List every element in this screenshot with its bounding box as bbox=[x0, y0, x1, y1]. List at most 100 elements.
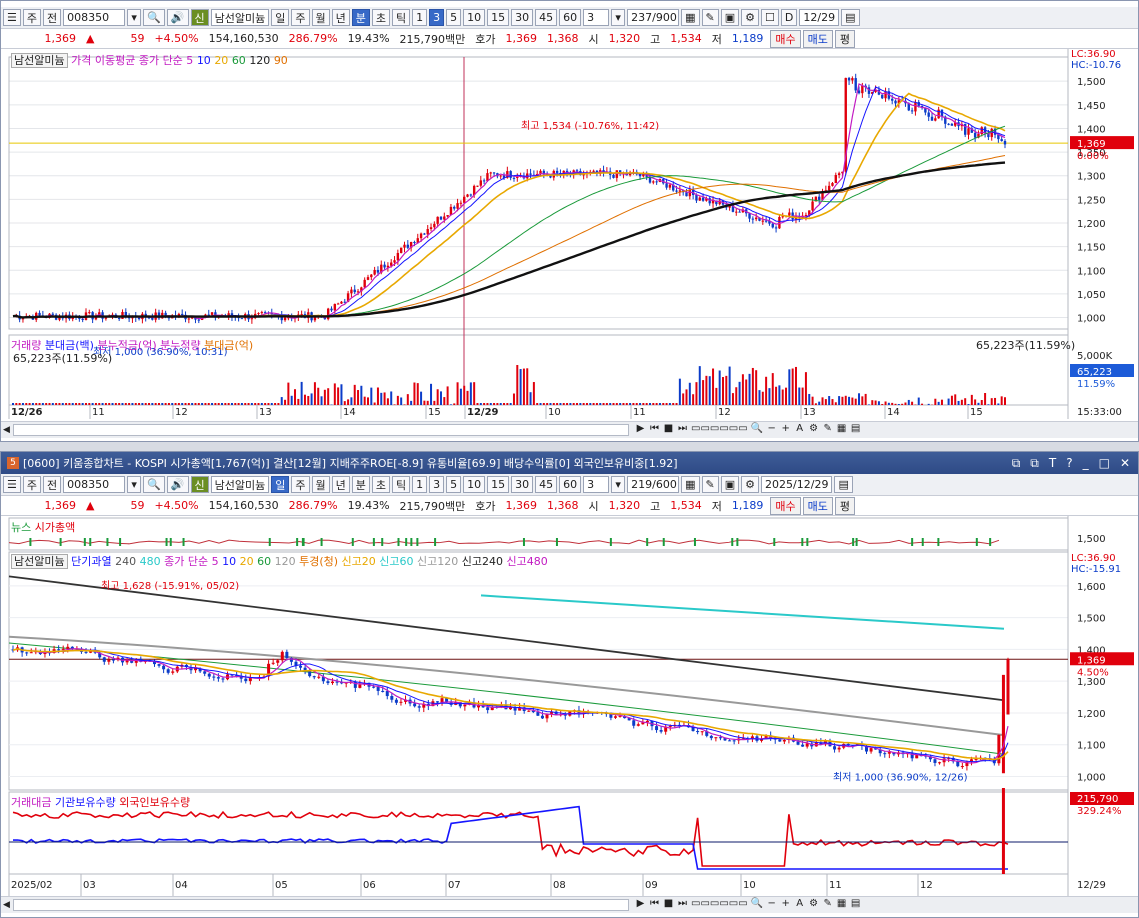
date-checkbox[interactable]: ☐ bbox=[761, 9, 779, 26]
interval-30[interactable]: 30 bbox=[511, 476, 534, 493]
plus-icon[interactable]: + bbox=[780, 898, 791, 909]
scroll-left-icon[interactable]: ◀ bbox=[3, 425, 10, 435]
interval-45[interactable]: 45 bbox=[535, 9, 558, 26]
period-week[interactable]: 주 bbox=[291, 476, 310, 493]
minus-icon[interactable]: − bbox=[766, 898, 777, 909]
sell-button[interactable]: 매도 bbox=[802, 496, 833, 515]
interval-5[interactable]: 5 bbox=[446, 476, 462, 493]
speaker-icon[interactable]: 🔊 bbox=[166, 476, 189, 493]
period-week[interactable]: 주 bbox=[291, 9, 310, 26]
count-field[interactable]: 237/900 bbox=[627, 9, 680, 26]
period-tick[interactable]: 틱 bbox=[392, 476, 411, 493]
chart-type-select[interactable]: 주 bbox=[22, 9, 41, 26]
draw-icon[interactable]: ✎ bbox=[701, 476, 719, 493]
pen-icon[interactable]: ✎ bbox=[822, 898, 833, 909]
interval-input[interactable]: 3 bbox=[583, 476, 610, 493]
plus-icon[interactable]: + bbox=[780, 423, 791, 434]
prev-button[interactable]: 전 bbox=[43, 476, 62, 493]
date-field[interactable]: 12/29 bbox=[799, 9, 840, 26]
calendar-icon[interactable]: ▤ bbox=[834, 476, 853, 493]
period-day[interactable]: 일 bbox=[271, 9, 290, 26]
stock-code-input[interactable]: 008350 bbox=[63, 476, 126, 493]
pen-icon[interactable]: ✎ bbox=[822, 423, 833, 434]
buy-button[interactable]: 매수 bbox=[770, 29, 801, 48]
first-icon[interactable]: ⏮ bbox=[649, 898, 660, 909]
top-scrollbar[interactable]: ◀ ▶ ⏮ ■ ⏭ ▭▭▭▭▭▭ 🔍 − + A ⚙ ✎ ▦ ▤ bbox=[1, 421, 1138, 438]
period-tick[interactable]: 틱 bbox=[392, 9, 411, 26]
buy-button[interactable]: 매수 bbox=[770, 496, 801, 515]
interval-60[interactable]: 60 bbox=[559, 9, 582, 26]
indicator-icon[interactable]: ▦ bbox=[681, 9, 700, 26]
period-minute[interactable]: 분 bbox=[351, 476, 370, 493]
period-day[interactable]: 일 bbox=[271, 476, 290, 493]
stop-icon[interactable]: ■ bbox=[663, 423, 674, 434]
bottom-scrollbar[interactable]: ◀ ▶ ⏮ ■ ⏭ ▭▭▭▭▭▭ 🔍 − + A ⚙ ✎ ▦ ▤ bbox=[1, 896, 1138, 913]
prev-button[interactable]: 전 bbox=[43, 9, 62, 26]
chart-type-select[interactable]: 주 bbox=[22, 476, 41, 493]
stop-icon[interactable]: ■ bbox=[663, 898, 674, 909]
interval-3[interactable]: 3 bbox=[429, 9, 445, 26]
interval-30[interactable]: 30 bbox=[511, 9, 534, 26]
stock-code-input[interactable]: 008350 bbox=[63, 9, 126, 26]
chart-icon[interactable]: ▦ bbox=[836, 423, 847, 434]
search-icon[interactable]: 🔍 bbox=[143, 476, 165, 493]
interval-dropdown-icon[interactable]: ▾ bbox=[611, 9, 626, 26]
maximize-icon[interactable]: □ bbox=[1099, 456, 1110, 471]
draw-icon[interactable]: ✎ bbox=[701, 9, 719, 26]
arrange-icon[interactable]: ▤ bbox=[850, 898, 861, 909]
chart-icon[interactable]: ▦ bbox=[836, 898, 847, 909]
minus-icon[interactable]: − bbox=[766, 423, 777, 434]
top-chart-area[interactable]: 1,500 1,450 1,400 1,350 1,300 1,250 1,200 1,150… bbox=[1, 49, 1138, 419]
interval-5[interactable]: 5 bbox=[446, 9, 462, 26]
interval-3[interactable]: 3 bbox=[429, 476, 445, 493]
top-scroll-track[interactable] bbox=[13, 424, 629, 436]
period-minute[interactable]: 분 bbox=[351, 9, 370, 26]
minimize-icon[interactable]: _ bbox=[1083, 456, 1089, 471]
interval-10[interactable]: 10 bbox=[463, 476, 486, 493]
zoom-in-icon[interactable]: 🔍 bbox=[751, 423, 763, 434]
save-icon[interactable]: ▣ bbox=[720, 476, 740, 493]
interval-input[interactable]: 3 bbox=[583, 9, 610, 26]
flat-button[interactable]: 평 bbox=[834, 29, 856, 48]
interval-1[interactable]: 1 bbox=[412, 476, 428, 493]
interval-10[interactable]: 10 bbox=[463, 9, 486, 26]
restore-icon[interactable]: ⧉ bbox=[1012, 456, 1021, 471]
flat-button[interactable]: 평 bbox=[834, 496, 856, 515]
last-icon[interactable]: ⏭ bbox=[677, 423, 688, 434]
interval-1[interactable]: 1 bbox=[412, 9, 428, 26]
close-icon[interactable]: ✕ bbox=[1120, 456, 1130, 471]
first-icon[interactable]: ⏮ bbox=[649, 423, 660, 434]
indicator-icon[interactable]: ▦ bbox=[681, 476, 700, 493]
scroll-left-icon[interactable]: ◀ bbox=[3, 900, 10, 910]
zoom-slider-icon[interactable]: ▭▭▭▭▭▭ bbox=[691, 423, 748, 434]
zoom-slider-icon[interactable]: ▭▭▭▭▭▭ bbox=[691, 898, 748, 909]
settings-icon[interactable]: ⚙ bbox=[808, 898, 819, 909]
interval-dropdown-icon[interactable]: ▾ bbox=[611, 476, 626, 493]
period-year[interactable]: 년 bbox=[331, 476, 350, 493]
arrange-icon[interactable]: ▤ bbox=[850, 423, 861, 434]
text-size-icon[interactable]: T bbox=[1049, 456, 1056, 471]
speaker-icon[interactable]: 🔊 bbox=[166, 9, 189, 26]
bottom-chart-area[interactable]: 1,500 1,600 1,500 1,400 1,300 1,200 1,100 1,000… bbox=[1, 516, 1138, 896]
settings-icon[interactable]: ⚙ bbox=[808, 423, 819, 434]
period-year[interactable]: 년 bbox=[331, 9, 350, 26]
text-icon[interactable]: A bbox=[794, 898, 805, 909]
last-icon[interactable]: ⏭ bbox=[677, 898, 688, 909]
help-icon[interactable]: ? bbox=[1066, 456, 1072, 471]
period-second[interactable]: 초 bbox=[371, 476, 391, 493]
scroll-right-icon[interactable]: ▶ bbox=[635, 898, 646, 909]
menu-icon[interactable]: ☰ bbox=[3, 476, 21, 493]
period-month[interactable]: 월 bbox=[311, 9, 330, 26]
interval-60[interactable]: 60 bbox=[559, 476, 582, 493]
dropdown-icon[interactable]: ▾ bbox=[127, 476, 142, 493]
calendar-icon[interactable]: ▤ bbox=[841, 9, 860, 26]
period-month[interactable]: 월 bbox=[311, 476, 330, 493]
link-icon[interactable]: ⧉ bbox=[1030, 456, 1039, 471]
text-icon[interactable]: A bbox=[794, 423, 805, 434]
gear-icon[interactable]: ⚙ bbox=[741, 476, 760, 493]
zoom-in-icon[interactable]: 🔍 bbox=[751, 898, 763, 909]
period-second[interactable]: 초 bbox=[371, 9, 391, 26]
interval-45[interactable]: 45 bbox=[535, 476, 558, 493]
sell-button[interactable]: 매도 bbox=[802, 29, 833, 48]
interval-15[interactable]: 15 bbox=[487, 9, 510, 26]
